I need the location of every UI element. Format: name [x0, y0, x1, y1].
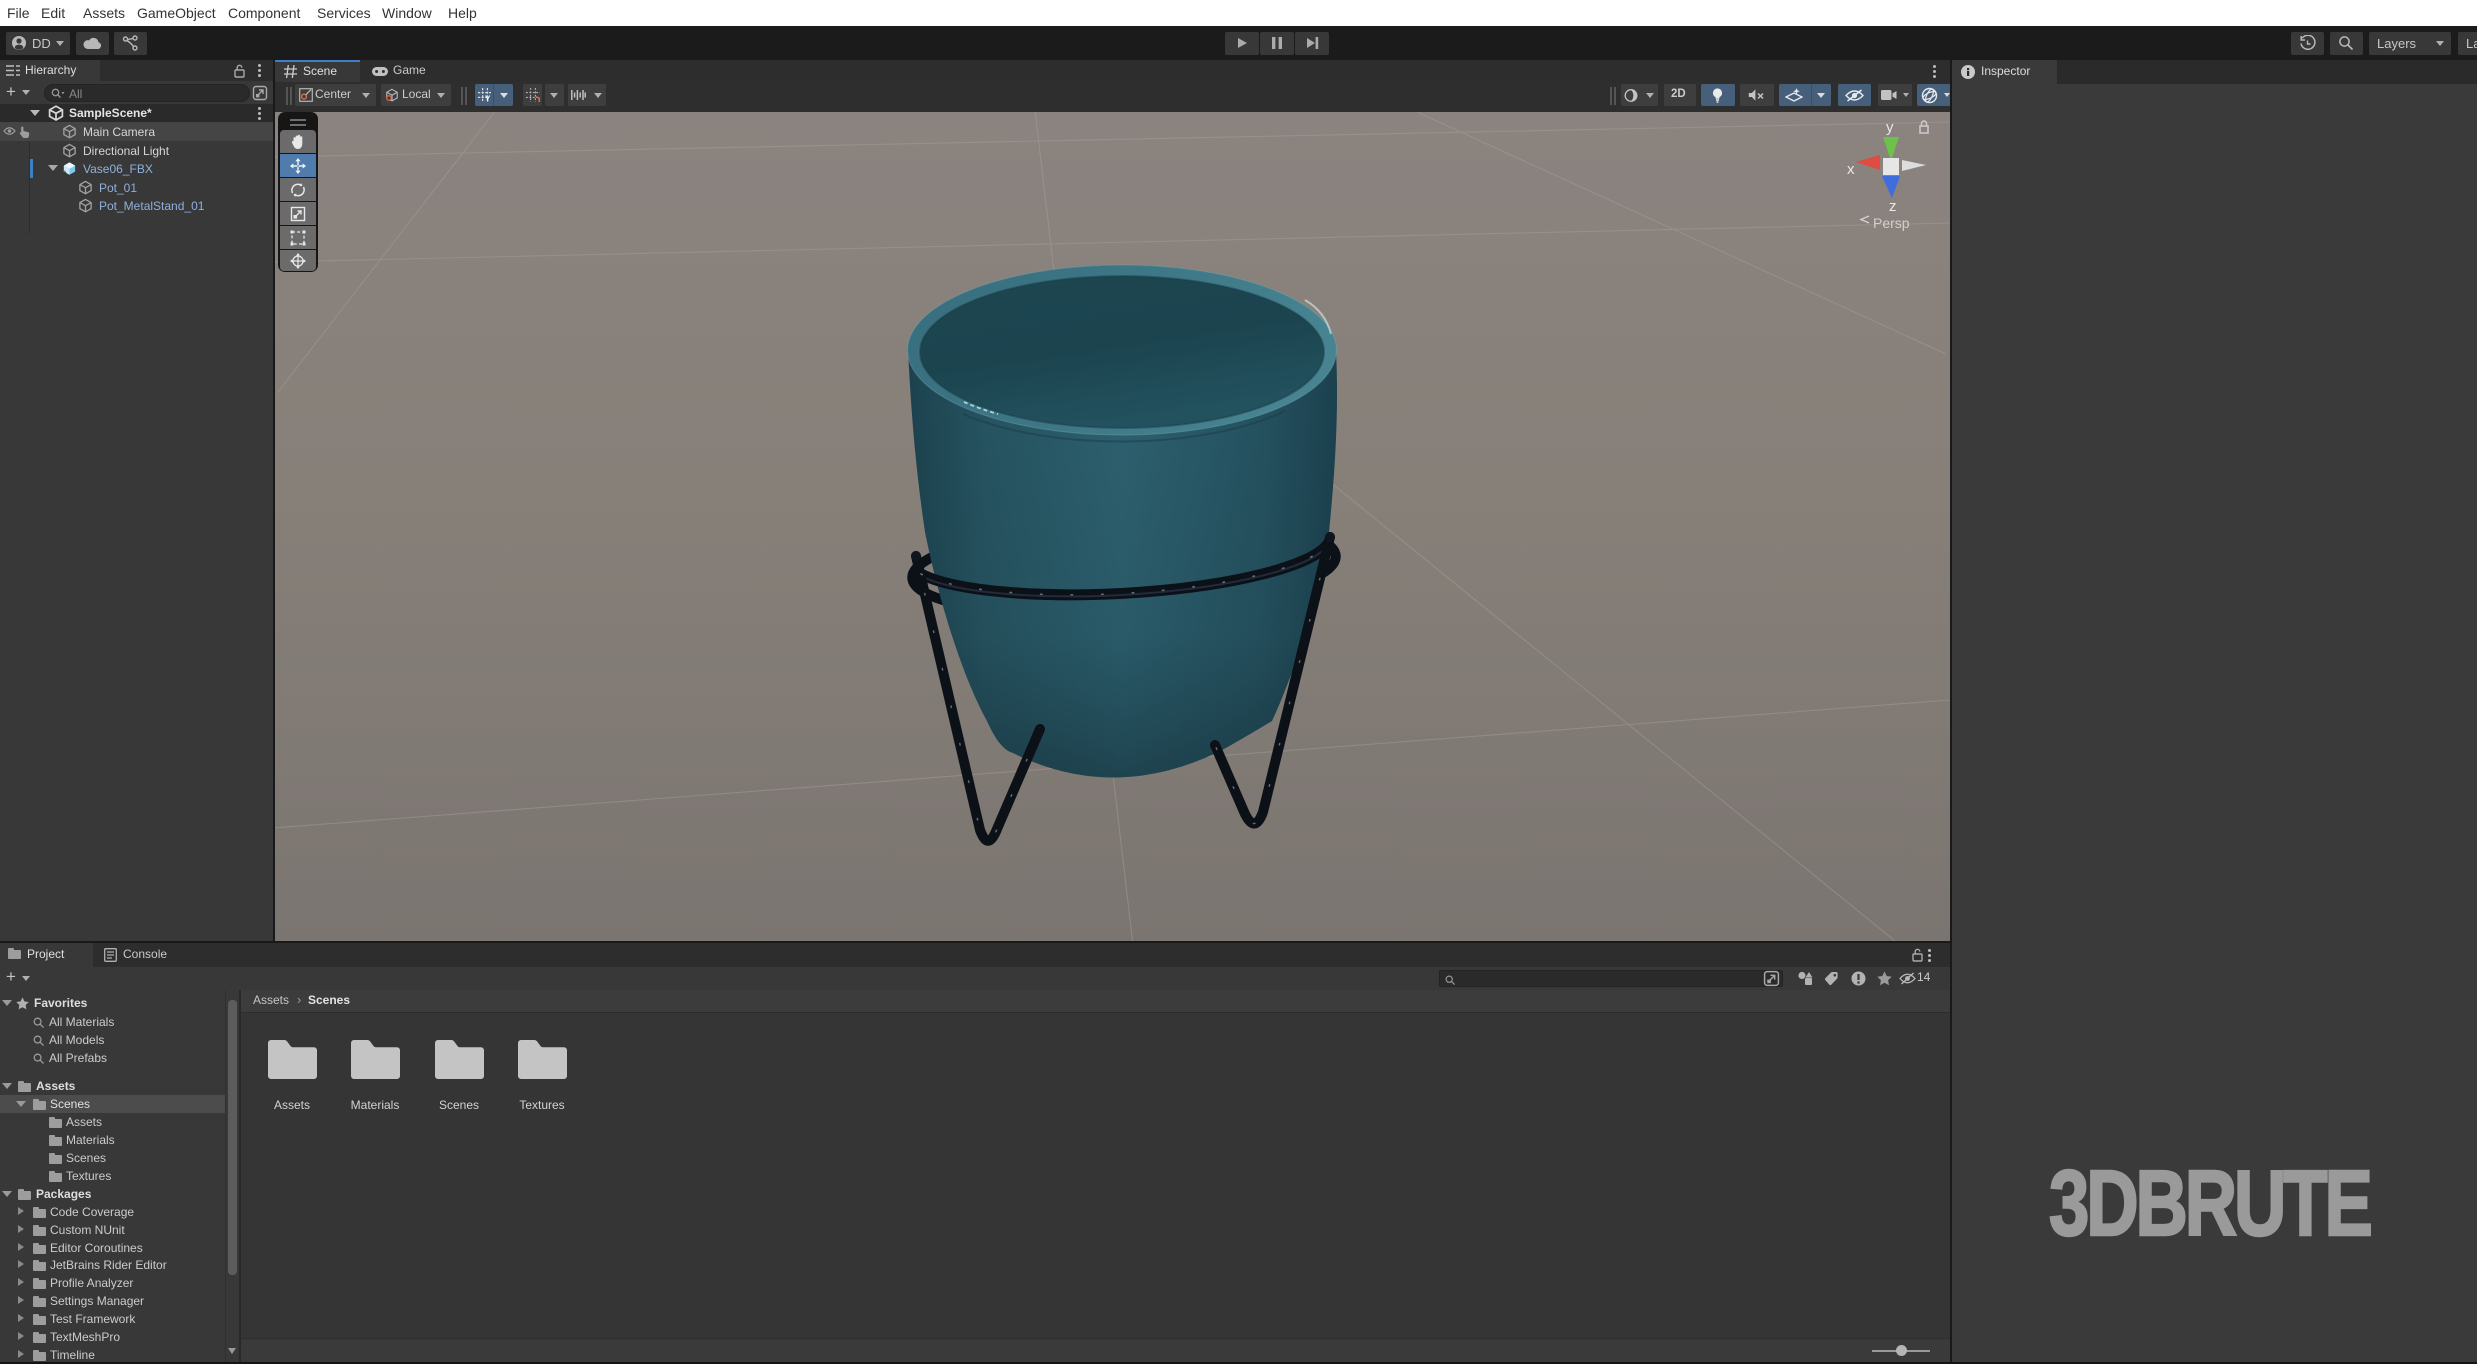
svg-text:y: y [1886, 119, 1894, 136]
svg-text:Y: Y [485, 95, 491, 103]
svg-text:Persp: Persp [1873, 215, 1910, 231]
svg-text:x: x [1847, 161, 1855, 178]
svg-text:z: z [1889, 198, 1897, 215]
